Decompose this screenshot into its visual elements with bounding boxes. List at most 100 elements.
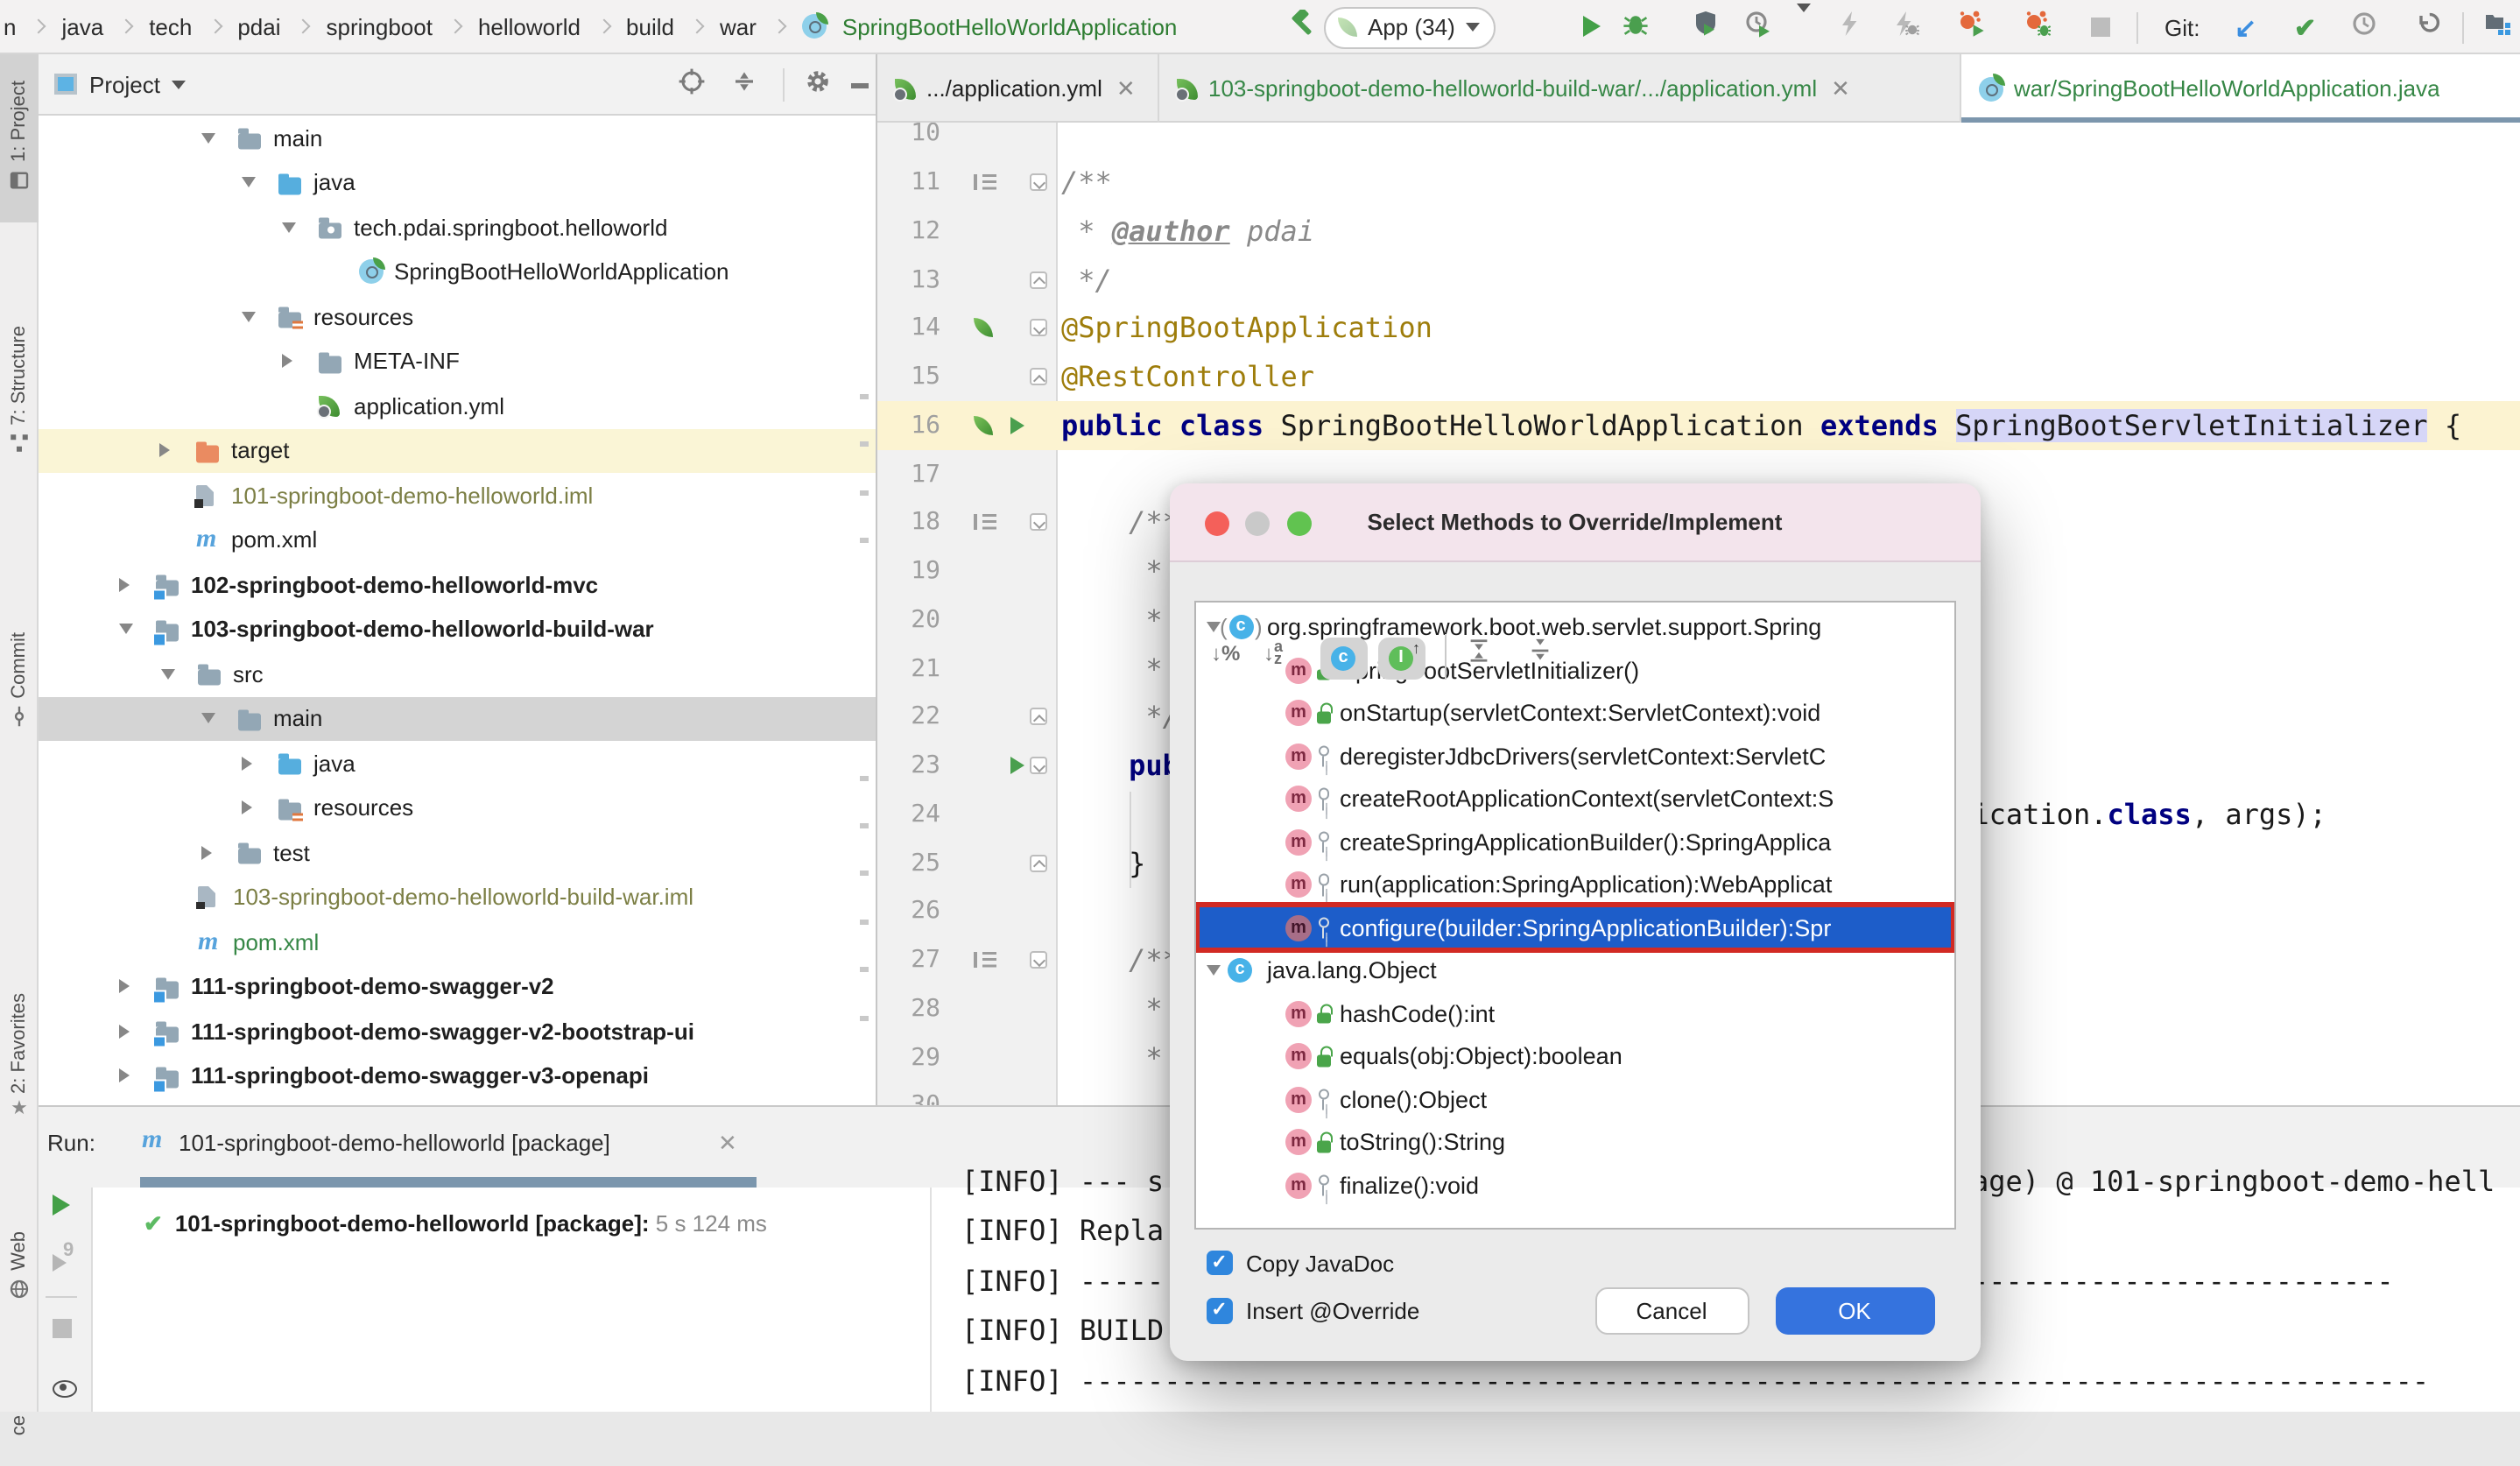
cancel-button[interactable]: Cancel [1594,1286,1749,1334]
splat-bug-icon[interactable] [2024,9,2052,46]
tree-row[interactable]: java [39,741,876,786]
key-icon[interactable] [1316,745,1330,767]
code-line[interactable]: 14@SpringBootApplication [877,304,2520,353]
dialog-method-row[interactable]: mSpringBootServletInitializer() [1195,649,1954,692]
key-icon[interactable] [1316,874,1330,896]
class-c-icon[interactable]: c [1228,958,1252,983]
collapse-all-button[interactable] [730,67,758,101]
module-icon[interactable] [156,580,179,596]
tree-expand-icon[interactable] [201,714,215,724]
maven-icon[interactable]: m [196,530,216,551]
leaf-icon[interactable] [974,319,993,338]
bootclass-icon[interactable] [802,14,827,39]
profiler-button[interactable] [1744,9,1772,46]
ok-button[interactable]: OK [1775,1286,1934,1334]
tree-row[interactable]: target [39,428,876,473]
tree-row[interactable]: mpom.xml [39,920,876,964]
tree-expand-icon[interactable] [201,133,215,144]
close-tab-icon[interactable]: ✕ [1831,74,1850,102]
tree-row[interactable]: 113-springboot-demo-knife4i-v2 [39,1098,876,1105]
lock-icon[interactable] [1316,1132,1332,1152]
fold-marker-icon[interactable] [1029,173,1046,191]
sidebar-item-web[interactable]: Web [0,1224,39,1312]
code-line[interactable]: 16public class SpringBootHelloWorldAppli… [877,401,2520,450]
show-options-button[interactable] [53,1373,77,1405]
commit-tool-icon[interactable] [9,706,30,732]
crosshair-icon[interactable] [678,67,706,101]
sidebar-item-commit[interactable]: Commit [0,590,39,774]
tree-expand-icon[interactable] [242,178,256,188]
tree-row[interactable]: 111-springboot-demo-swagger-v3-openapi [39,1054,876,1098]
show-interfaces-toggle[interactable]: I [1377,637,1425,679]
code-line[interactable]: 10 [877,123,2520,159]
folder-orange-icon[interactable] [196,446,219,462]
dialog-method-row[interactable]: mhashCode():int [1195,992,1954,1035]
tree-expand-icon[interactable] [282,222,296,233]
yml-icon[interactable] [1177,78,1198,99]
breadcrumb-item[interactable]: springboot [327,13,433,39]
tree-row[interactable]: application.yml [39,384,876,428]
console-line-fragment[interactable]: age) @ 101-springboot-demo-hell [1972,1165,2495,1198]
tree-expand-icon[interactable] [119,578,130,592]
breadcrumb-item[interactable]: war [720,13,757,39]
close-tab-icon[interactable]: ✕ [1116,74,1136,102]
run-config-selector[interactable]: App (34) [1324,6,1496,48]
tree-expand-icon[interactable] [282,355,292,369]
tree-row[interactable]: 103-springboot-demo-helloworld-build-war… [39,875,876,920]
tree-row[interactable]: tech.pdai.springboot.helloworld [39,205,876,250]
dialog-class-row[interactable]: (c)org.springframework.boot.web.servlet.… [1195,606,1954,649]
checkbox-icon[interactable]: ✓ [1207,1299,1232,1324]
breadcrumb-item[interactable]: n [4,13,16,39]
breadcrumb-class[interactable]: SpringBootHelloWorldApplication [842,13,1178,39]
fold-marker-icon[interactable] [1029,951,1046,969]
toggle-i-icon[interactable]: I [1389,645,1413,670]
module-icon[interactable] [156,982,179,998]
build-button[interactable] [1289,9,1317,46]
play-icon[interactable] [53,1195,70,1216]
console-line-fragment[interactable]: ------------------------- [1972,1265,2394,1298]
run-icon[interactable] [1010,757,1024,774]
tree-row[interactable]: META-INF [39,339,876,384]
tree-row[interactable]: main [39,116,876,160]
close-run-tab-icon[interactable]: ✕ [718,1130,737,1158]
m-circle-icon[interactable]: m [1285,1000,1312,1026]
tree-row[interactable]: 101-springboot-demo-helloworld.iml [39,473,876,518]
traffic-minimize-button[interactable] [1245,511,1270,535]
lines-icon[interactable] [974,174,995,190]
module-icon[interactable] [156,1071,179,1088]
code-line[interactable]: 12 * @author pdai [877,207,2520,256]
editor-tab[interactable]: war/SpringBootHelloWorldApplication.java [1961,54,2520,123]
tree-expand-icon[interactable] [201,846,212,860]
lock-icon[interactable] [1316,703,1332,723]
hide-icon[interactable] [851,84,869,88]
checkbox-insert-override[interactable]: ✓Insert @Override [1207,1298,1419,1324]
tree-row[interactable]: java [39,160,876,205]
git-update-button[interactable]: ↙ [2235,11,2256,43]
m-circle-icon[interactable]: m [1285,871,1312,898]
tree-row[interactable]: mpom.xml [39,518,876,562]
dialog-method-row[interactable]: mfinalize():void [1195,1164,1954,1207]
tree-expand-icon[interactable] [1206,622,1220,632]
clock-play-icon[interactable] [1744,9,1772,46]
project-view-chevron-icon[interactable] [172,80,187,88]
play-icon[interactable] [1583,17,1601,38]
tree-expand-icon[interactable] [119,624,133,635]
m-circle-icon[interactable]: m [1285,828,1312,855]
iml-icon[interactable] [198,887,215,908]
tree-row[interactable]: test [39,830,876,875]
key-icon[interactable] [1316,788,1330,810]
rerun-failed-button[interactable]: 9 [53,1247,67,1279]
checkbox-copy-javadoc[interactable]: ✓Copy JavaDoc [1207,1250,1394,1276]
key-icon[interactable] [1316,1089,1330,1110]
run-config-selector[interactable]: App (34) [1324,6,1496,48]
run-button[interactable] [1583,11,1601,43]
leaf-icon[interactable] [974,416,993,435]
rollback-icon[interactable] [2413,9,2441,46]
yml-icon[interactable] [319,396,340,417]
lines-icon[interactable] [974,952,995,968]
stop-gray-icon[interactable] [2091,18,2110,37]
m-circle-icon[interactable]: m [1285,786,1312,812]
folder-icon[interactable] [238,848,261,864]
tree-row[interactable]: main [39,696,876,741]
bootclass-icon[interactable] [359,260,384,285]
